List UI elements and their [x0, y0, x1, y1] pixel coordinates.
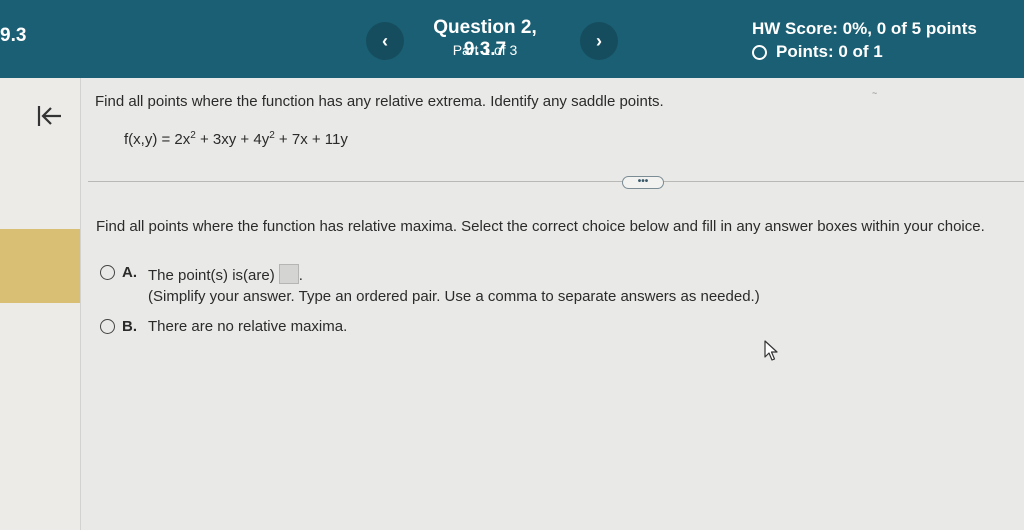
choice-text-a: The point(s) is(are). — [148, 264, 303, 284]
back-to-start-icon[interactable] — [36, 102, 64, 130]
choice-a-period: . — [298, 267, 303, 284]
section-number: 9.3 — [0, 25, 27, 46]
function-rhs: + 7x + 11y — [274, 131, 348, 148]
hw-score: HW Score: 0%, 0 of 5 points — [752, 19, 977, 38]
decorative-mark: ~ — [872, 88, 878, 98]
answer-hint: (Simplify your answer. Type an ordered p… — [148, 288, 760, 305]
function-lhs: f(x,y) = 2x — [124, 131, 191, 148]
radio-button-b[interactable] — [100, 319, 115, 334]
section-divider — [88, 181, 1024, 182]
header-bar: 9.3 ‹ Question 2, 9.3.7 Part 1 of 3 › HW… — [0, 0, 1024, 78]
question-prompt: Find all points where the function has a… — [95, 93, 664, 110]
radio-button-a[interactable] — [100, 265, 115, 280]
choice-a-label: The point(s) is(are) — [148, 267, 275, 284]
points-status: Points: 0 of 1 — [752, 42, 883, 62]
mouse-pointer-icon — [764, 340, 778, 361]
rail-highlight — [0, 229, 80, 303]
answer-input-box[interactable] — [278, 264, 299, 284]
part-instruction: Find all points where the function has r… — [96, 218, 985, 235]
choice-text-b: There are no relative maxima. — [148, 318, 348, 335]
function-expression: f(x,y) = 2x2 + 3xy + 4y2 + 7x + 11y — [124, 130, 348, 148]
left-rail — [0, 78, 81, 530]
previous-question-button[interactable]: ‹ — [366, 22, 404, 60]
choice-letter-b: B. — [122, 318, 137, 335]
circle-outline-icon — [752, 44, 767, 60]
points-label: Points: 0 of 1 — [776, 42, 883, 61]
next-question-button[interactable]: › — [580, 22, 618, 60]
function-mid: + 3xy + 4y — [195, 131, 270, 148]
choice-letter-a: A. — [122, 264, 137, 281]
expand-more-button[interactable]: ••• — [622, 176, 664, 189]
question-part: Part 1 of 3 — [452, 42, 518, 58]
